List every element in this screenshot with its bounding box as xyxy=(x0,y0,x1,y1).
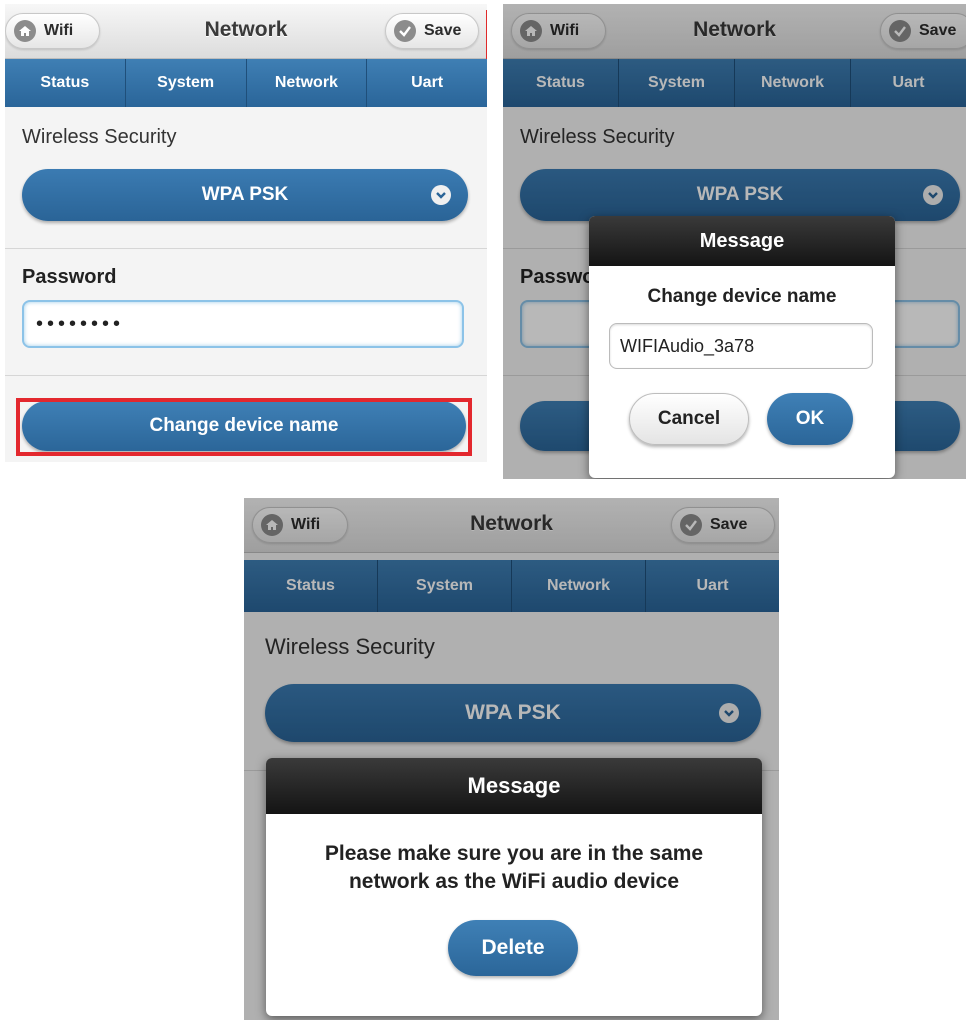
save-label: Save xyxy=(424,22,462,39)
rename-dialog: Message Change device name WIFIAudio_3a7… xyxy=(589,216,895,478)
dialog-message-line-1: Please make sure you are in the same xyxy=(324,842,704,865)
dialog-message: Please make sure you are in the same net… xyxy=(266,840,762,896)
tab-bar: Status System Network Uart xyxy=(5,59,487,107)
divider xyxy=(5,375,487,376)
top-bar: Wifi Network Save xyxy=(5,4,487,59)
highlight-box xyxy=(16,398,472,456)
chevron-down-icon xyxy=(431,185,451,205)
dialog-heading: Change device name xyxy=(647,286,837,307)
warning-dialog: Message Please make sure you are in the … xyxy=(266,758,762,1016)
password-field[interactable]: •••••••• xyxy=(22,300,464,348)
save-button[interactable]: Save xyxy=(385,13,479,49)
check-circle-icon xyxy=(394,20,416,42)
highlight-edge-mark xyxy=(486,10,487,60)
divider xyxy=(5,248,487,249)
ok-button[interactable]: OK xyxy=(767,393,853,445)
screen-warning-dialog: Wifi Network Save Status System Network … xyxy=(244,498,779,1020)
tab-uart[interactable]: Uart xyxy=(367,59,487,107)
password-label: Password xyxy=(22,266,117,288)
device-name-input[interactable]: WIFIAudio_3a78 xyxy=(609,323,873,369)
delete-button[interactable]: Delete xyxy=(448,920,578,976)
tab-network[interactable]: Network xyxy=(247,59,368,107)
tab-system[interactable]: System xyxy=(126,59,247,107)
screen-network-settings: Wifi Network Save Status System Network … xyxy=(5,4,487,462)
screen-rename-dialog: Wifi Network Save Status System Network … xyxy=(503,4,966,479)
wireless-security-value: WPA PSK xyxy=(201,184,289,205)
dialog-title: Message xyxy=(266,758,762,814)
tab-status[interactable]: Status xyxy=(5,59,126,107)
cancel-button[interactable]: Cancel xyxy=(629,393,749,445)
wireless-security-select[interactable]: WPA PSK xyxy=(22,169,468,221)
dialog-title: Message xyxy=(589,216,895,266)
dialog-message-line-2: network as the WiFi audio device xyxy=(348,870,680,893)
wireless-security-label: Wireless Security xyxy=(22,126,177,148)
